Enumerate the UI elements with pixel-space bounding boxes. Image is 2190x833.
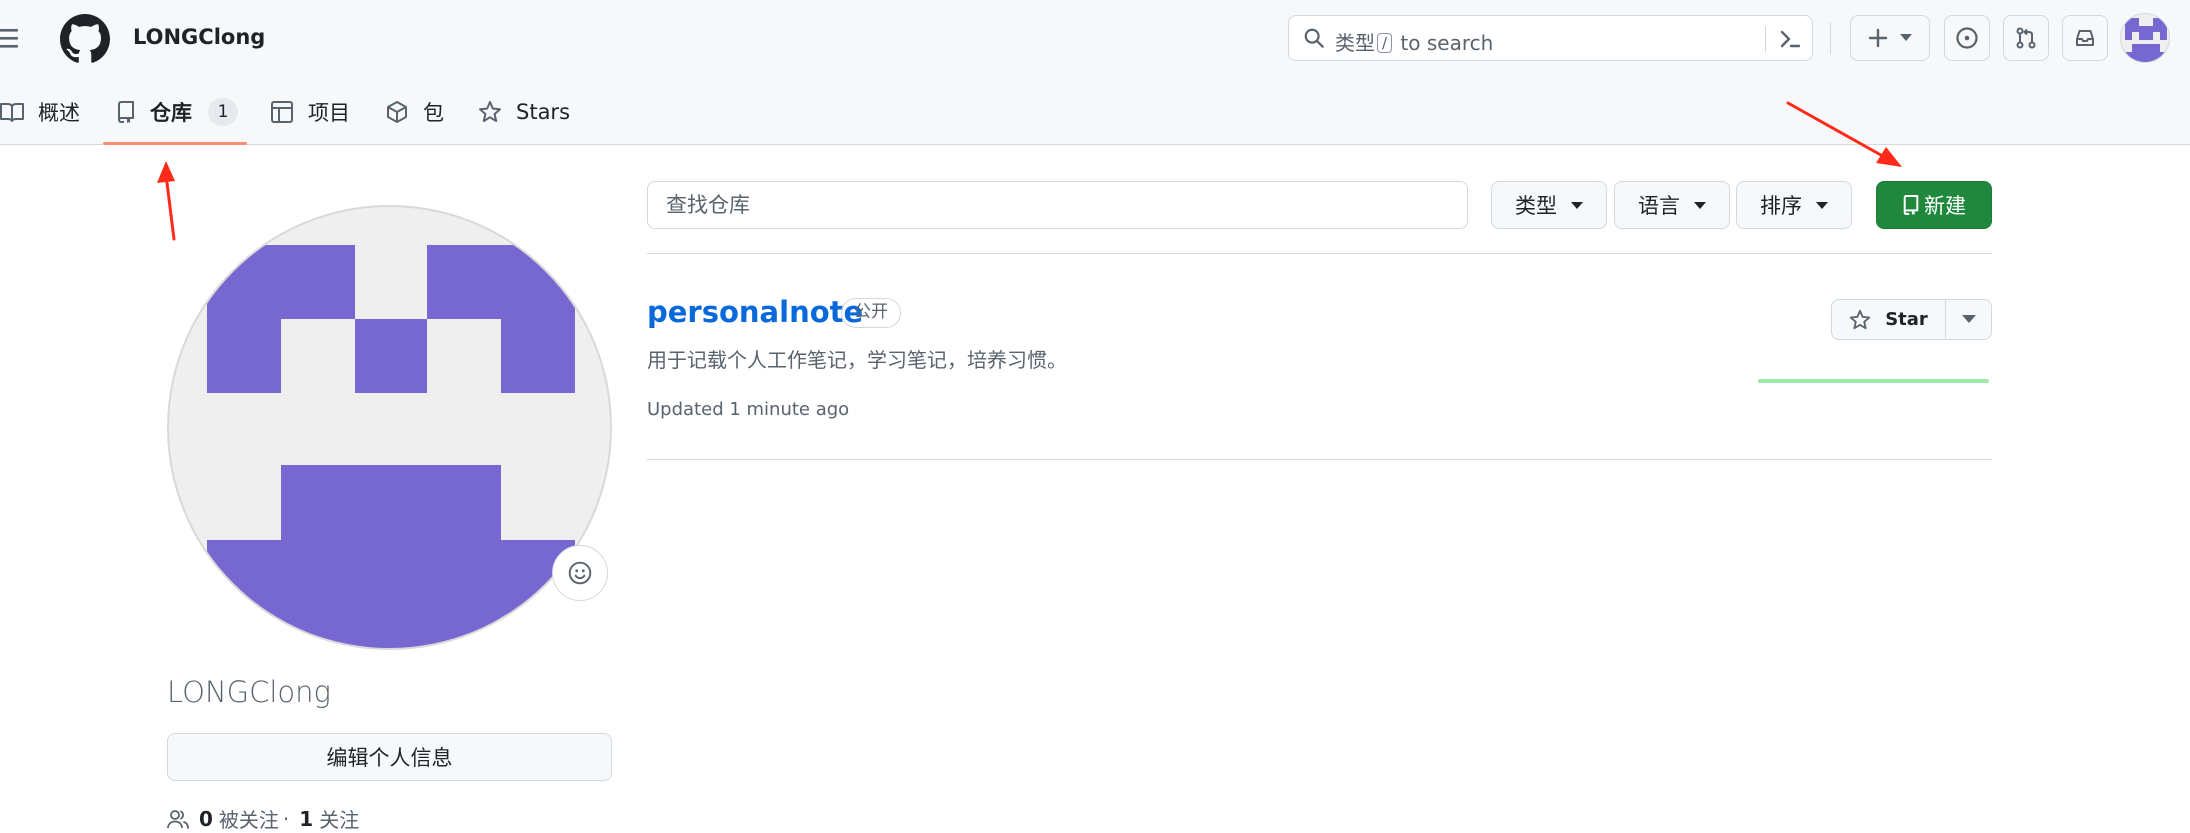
- following-label[interactable]: 关注: [319, 804, 359, 833]
- tab-stars[interactable]: Stars: [478, 92, 570, 132]
- star-button[interactable]: Star: [1832, 300, 1946, 339]
- tab-packages-label: 包: [423, 101, 444, 125]
- create-new-button[interactable]: [1850, 15, 1930, 61]
- tab-repositories-label: 仓库: [150, 101, 192, 125]
- type-filter-label: 类型: [1515, 194, 1557, 218]
- table-icon: [270, 100, 294, 124]
- search-placeholder: 类型 / to search: [1335, 27, 1493, 56]
- profile-avatar[interactable]: [167, 205, 612, 650]
- avatar-small[interactable]: [2120, 13, 2170, 63]
- activity-sparkline: [1758, 379, 1989, 383]
- profile-username: LONGClong: [167, 675, 331, 709]
- tab-stars-label: Stars: [516, 100, 571, 124]
- header-username[interactable]: LONGClong: [133, 25, 265, 49]
- star-list-dropdown[interactable]: [1946, 300, 1991, 339]
- tab-overview[interactable]: 概述: [0, 92, 80, 132]
- list-divider-top: [647, 253, 1992, 254]
- github-logo-icon[interactable]: [60, 14, 110, 64]
- follow-separator: ·: [282, 806, 290, 831]
- language-filter-button[interactable]: 语言: [1614, 181, 1730, 229]
- repo-count-badge: 1: [208, 98, 238, 126]
- star-button-group: Star: [1831, 299, 1992, 340]
- language-filter-label: 语言: [1638, 194, 1680, 218]
- package-icon: [385, 100, 409, 124]
- repo-search-input[interactable]: [647, 181, 1468, 229]
- repo-name-link[interactable]: personalnote: [647, 295, 863, 329]
- search-divider: [1765, 26, 1766, 52]
- sort-filter-button[interactable]: 排序: [1736, 181, 1852, 229]
- tab-projects-label: 项目: [308, 101, 350, 125]
- sort-filter-label: 排序: [1760, 194, 1802, 218]
- followers-count[interactable]: 0: [199, 807, 213, 831]
- global-search[interactable]: 类型 / to search: [1288, 15, 1813, 61]
- search-shortcut-key: /: [1377, 33, 1393, 53]
- star-icon: [1849, 309, 1871, 331]
- list-divider-bottom: [647, 459, 1992, 460]
- selected-tab-underline: [103, 142, 247, 145]
- annotation-arrow-down-right: [1786, 101, 1902, 167]
- caret-down-icon: [1961, 315, 1976, 324]
- edit-profile-button[interactable]: 编辑个人信息: [167, 733, 612, 781]
- star-label: Star: [1885, 309, 1928, 330]
- followers-label[interactable]: 被关注: [219, 804, 279, 833]
- set-status-button[interactable]: [552, 545, 608, 601]
- type-filter-button[interactable]: 类型: [1491, 181, 1607, 229]
- hamburger-icon[interactable]: [0, 20, 26, 56]
- repo-updated-time: Updated 1 minute ago: [647, 399, 850, 420]
- inbox-button[interactable]: [2062, 15, 2108, 61]
- search-placeholder-prefix: 类型: [1335, 31, 1375, 55]
- search-icon: [1303, 27, 1325, 49]
- tab-repositories[interactable]: 仓库 1: [116, 92, 238, 132]
- visibility-badge: 公开: [841, 298, 901, 328]
- plus-icon: [1868, 28, 1888, 48]
- inbox-icon: [2073, 26, 2097, 50]
- header-divider: [1830, 22, 1831, 54]
- caret-down-icon: [1816, 201, 1828, 209]
- repo-icon: [1902, 194, 1920, 216]
- star-icon: [478, 100, 502, 124]
- pull-requests-button[interactable]: [2003, 15, 2049, 61]
- repo-icon: [116, 100, 136, 124]
- tab-packages[interactable]: 包: [385, 92, 444, 132]
- search-placeholder-suffix: to search: [1400, 31, 1494, 55]
- book-icon: [0, 101, 24, 123]
- caret-down-icon: [1694, 201, 1706, 209]
- caret-down-icon: [1571, 201, 1583, 209]
- issues-icon: [1955, 26, 1979, 50]
- pull-requests-icon: [2014, 26, 2038, 50]
- follow-stats: 0 被关注 · 1 关注: [167, 804, 359, 833]
- annotation-arrow-up: [157, 161, 176, 241]
- following-count[interactable]: 1: [299, 807, 313, 831]
- command-palette-icon[interactable]: [1775, 26, 1805, 52]
- tab-overview-label: 概述: [38, 101, 80, 125]
- smiley-icon: [567, 560, 593, 586]
- new-repository-label: 新建: [1924, 194, 1966, 218]
- tab-projects[interactable]: 项目: [270, 92, 350, 132]
- new-repository-button[interactable]: 新建: [1876, 181, 1992, 229]
- chevron-down-icon: [1900, 34, 1912, 42]
- issues-button[interactable]: [1944, 15, 1990, 61]
- repo-description: 用于记载个人工作笔记，学习笔记，培养习惯。: [647, 348, 1067, 372]
